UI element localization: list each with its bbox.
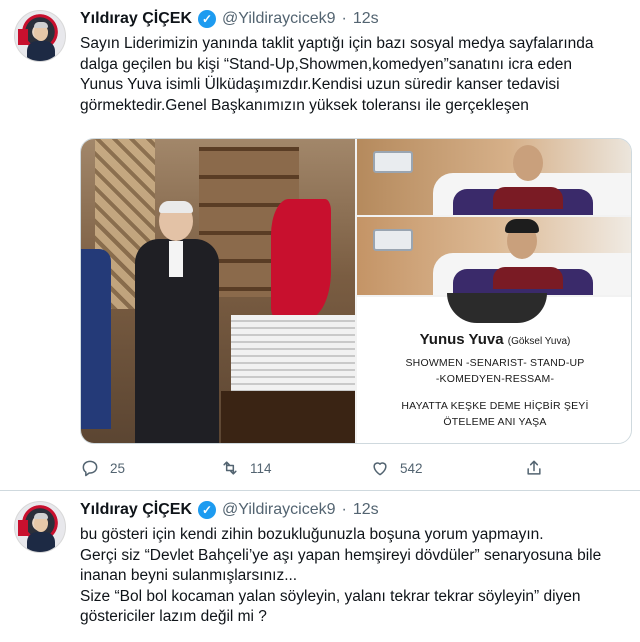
author-handle[interactable]: @Yildiraycicek9 [222,501,335,519]
retweet-count: 114 [250,460,272,476]
media-photo-hospital-1[interactable] [357,139,631,215]
share-icon [527,460,541,475]
heart-icon [373,462,387,476]
profile-photo-shape [447,293,547,323]
card-motto-line: ÖTELEME ANI YAŞA [443,416,547,428]
reply-count: 25 [110,460,126,476]
media-photo-hospital-2[interactable] [357,217,631,295]
patient-shirt-shape [493,267,563,289]
tweet-text-line: görmektedir.Genel Başkanımızın yüksek to… [80,96,529,114]
card-name-alt: (Göksel Yuva) [507,336,571,347]
separator-dot: · [341,10,347,27]
tweet-text: bu gösteri için kendi zihin bozukluğunuz… [80,525,628,628]
card-name: Yunus Yuva (Göksel Yuva) [357,331,631,348]
tweet-text-line: Yunus Yuva isimli Ülküdaşımızdır.Kendisi… [80,76,560,93]
card-role-line: SHOWMEN -SENARIST- STAND-UP [405,357,585,369]
tweet-text-line: inanan beyni sulanmışlarsınız... [80,567,298,584]
avatar[interactable] [14,10,66,62]
author-name[interactable]: Yıldıray ÇİÇEK [80,501,192,519]
verified-badge-icon: ✓ [198,501,217,519]
monitor-shape [373,151,413,173]
tweet-text-line: Gerçi siz “Devlet Bahçeli’ye aşı yapan h… [80,546,602,564]
tweet[interactable]: Yıldıray ÇİÇEK ✓ @Yildiraycicek9 · 12s b… [0,490,640,642]
tweet-text-line: bu gösteri için kendi zihin bozukluğunuz… [80,526,544,543]
tweet-text: Sayın Liderimizin yanında taklit yaptığı… [80,34,628,116]
retweet-icon [223,461,237,475]
avatar-hair-shape [34,22,48,28]
tweet-time[interactable]: 12s [353,501,379,519]
verified-badge-icon: ✓ [198,10,217,28]
tweet-text-line: Sayın Liderimizin yanında taklit yaptığı… [80,35,594,52]
card-motto-line: HAYATTA KEŞKE DEME HİÇBİR ŞEYİ [401,400,589,412]
like-button[interactable]: 542 [370,458,423,478]
avatar-flag-shape [18,520,28,536]
tweet-media[interactable]: Yunus Yuva (Göksel Yuva) SHOWMEN -SENARI… [80,138,632,444]
separator-dot: · [341,501,347,518]
avatar-flag-shape [18,29,28,45]
card-name-main: Yunus Yuva [419,331,504,348]
tweet-header: Yıldıray ÇİÇEK ✓ @Yildiraycicek9 · 12s [80,499,379,521]
author-handle[interactable]: @Yildiraycicek9 [222,10,335,28]
flag-shape [271,199,331,319]
author-name[interactable]: Yıldıray ÇİÇEK [80,10,192,28]
share-button[interactable] [524,458,544,478]
person-shirt-shape [169,241,183,277]
person-hair-shape [159,201,193,213]
avatar-suit-shape [27,41,55,61]
media-photo-office[interactable] [81,139,355,443]
avatar-suit-shape [27,532,55,552]
tweet-text-line: göstericiler lazım değil mi ? [80,608,267,625]
avatar[interactable] [14,501,66,553]
desk-shape [221,391,355,443]
like-count: 542 [400,460,423,476]
person-arm-shape [81,249,111,429]
paper-stack-shape [231,315,355,395]
patient-cap-shape [505,219,539,233]
patient-face-shape [513,145,543,181]
person-shape [129,201,225,443]
tweet-text-line: dalga geçilen bu kişi “Stand-Up,Showmen,… [80,55,572,73]
retweet-button[interactable]: 114 [220,458,272,478]
reply-icon [82,460,98,477]
card-role-line: -KOMEDYEN-RESSAM- [435,373,555,385]
reply-button[interactable]: 25 [80,458,125,478]
tweet[interactable]: Yıldıray ÇİÇEK ✓ @Yildiraycicek9 · 12s S… [0,0,640,490]
tweet-header: Yıldıray ÇİÇEK ✓ @Yildiraycicek9 · 12s [80,8,379,30]
avatar-hair-shape [34,513,48,519]
media-profile-card[interactable]: Yunus Yuva (Göksel Yuva) SHOWMEN -SENARI… [357,293,631,443]
monitor-shape [373,229,413,251]
tweet-actions: 25 114 542 [80,458,550,480]
patient-shirt-shape [493,187,563,209]
tweet-text-line: Size “Bol bol kocaman yalan söyleyin, ya… [80,587,581,605]
tweet-time[interactable]: 12s [353,10,379,28]
